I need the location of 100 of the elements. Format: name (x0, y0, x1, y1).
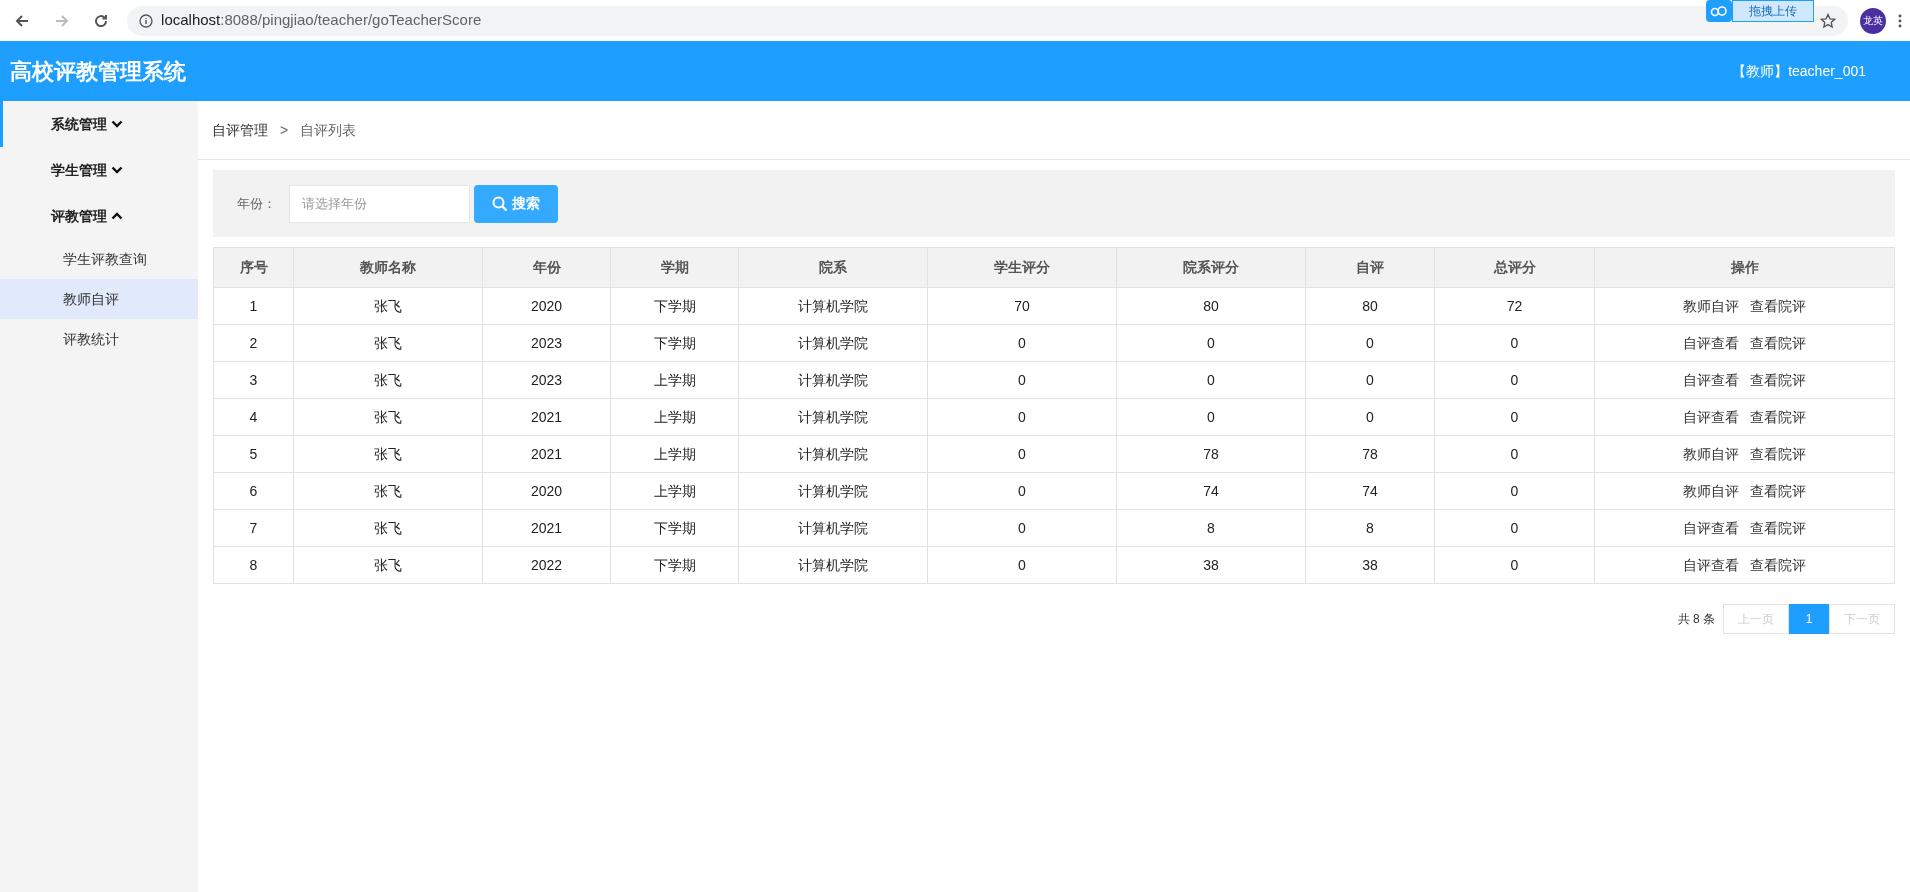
table-cell: 上学期 (610, 435, 739, 473)
action-link[interactable]: 教师自评 (1683, 482, 1739, 499)
column-header: 操作 (1594, 247, 1895, 288)
table-cell: 38 (1116, 546, 1306, 584)
sidebar-item[interactable]: 教师自评 (0, 279, 198, 319)
table-cell: 下学期 (610, 287, 739, 325)
table-cell: 计算机学院 (738, 435, 928, 473)
action-link[interactable]: 自评查看 (1683, 371, 1739, 388)
sidebar-group[interactable]: 学生管理 (0, 147, 198, 193)
table-cell: 78 (1116, 435, 1306, 473)
table-cell: 6 (213, 472, 294, 510)
table-cell: 计算机学院 (738, 287, 928, 325)
star-icon[interactable] (1820, 12, 1837, 29)
table-cell: 0 (927, 435, 1117, 473)
action-link[interactable]: 教师自评 (1683, 297, 1739, 314)
table-cell: 1 (213, 287, 294, 325)
table-cell: 0 (1434, 509, 1595, 547)
action-link[interactable]: 查看院评 (1750, 408, 1806, 425)
action-link[interactable]: 查看院评 (1750, 297, 1806, 314)
table-cell: 张飞 (293, 287, 483, 325)
forward-arrow-icon (53, 12, 70, 29)
table-cell: 0 (1116, 361, 1306, 399)
table-cell: 78 (1305, 435, 1435, 473)
action-link[interactable]: 自评查看 (1683, 556, 1739, 573)
table-cell: 计算机学院 (738, 472, 928, 510)
caret-up-icon (111, 211, 123, 221)
table-cell: 0 (1434, 435, 1595, 473)
sidebar-item[interactable]: 学生评教查询 (0, 239, 198, 279)
caret-down-icon (111, 165, 123, 175)
year-label: 年份： (237, 194, 277, 213)
action-link[interactable]: 自评查看 (1683, 519, 1739, 536)
column-header: 总评分 (1434, 247, 1595, 288)
table-cell: 下学期 (610, 509, 739, 547)
table-cell: 0 (1305, 361, 1435, 399)
breadcrumb-link[interactable]: 自评管理 (212, 119, 268, 141)
column-header: 院系 (738, 247, 928, 288)
action-link[interactable]: 查看院评 (1750, 445, 1806, 462)
action-link[interactable]: 查看院评 (1750, 482, 1806, 499)
table-cell: 5 (213, 435, 294, 473)
table-cell: 计算机学院 (738, 546, 928, 584)
profile-avatar[interactable]: 龙英 (1860, 7, 1887, 34)
sidebar-group[interactable]: 系统管理 (0, 101, 198, 147)
sidebar-group[interactable]: 评教管理 (0, 193, 198, 239)
table-cell: 74 (1116, 472, 1306, 510)
upload-extension-button[interactable]: 拖拽上传 (1732, 0, 1814, 22)
table-cell: 张飞 (293, 398, 483, 436)
table-cell: 8 (213, 546, 294, 584)
back-arrow-icon (13, 12, 30, 29)
breadcrumb-separator: > (280, 120, 289, 140)
table-cell: 8 (1116, 509, 1306, 547)
table-cell: 2020 (482, 287, 611, 325)
action-link[interactable]: 自评查看 (1683, 408, 1739, 425)
action-link[interactable]: 查看院评 (1750, 519, 1806, 536)
table-cell: 80 (1305, 287, 1435, 325)
column-header: 序号 (213, 247, 294, 288)
column-header: 院系评分 (1116, 247, 1306, 288)
app-title: 高校评教管理系统 (10, 57, 186, 86)
table-cell: 0 (1116, 324, 1306, 362)
table-cell: 38 (1305, 546, 1435, 584)
action-link[interactable]: 查看院评 (1750, 334, 1806, 351)
table-cell: 计算机学院 (738, 361, 928, 399)
year-field[interactable]: 请选择年份 (289, 184, 470, 223)
reload-icon (93, 12, 110, 29)
table-cell: 2021 (482, 509, 611, 547)
table-cell: 计算机学院 (738, 509, 928, 547)
table-cell: 2023 (482, 361, 611, 399)
menu-icon[interactable] (1898, 13, 1902, 28)
table-cell: 7 (213, 509, 294, 547)
table-cell: 0 (927, 509, 1117, 547)
column-header: 年份 (482, 247, 611, 288)
table-cell: 2 (213, 324, 294, 362)
table-cell: 0 (927, 546, 1117, 584)
table-cell: 2021 (482, 435, 611, 473)
sidebar-item[interactable]: 评教统计 (0, 319, 198, 359)
caret-down-icon (111, 119, 123, 129)
table-cell: 70 (927, 287, 1117, 325)
table-cell: 80 (1116, 287, 1306, 325)
table-cell: 0 (1434, 324, 1595, 362)
table-cell: 张飞 (293, 361, 483, 399)
table-cell: 0 (1434, 361, 1595, 399)
info-icon (139, 13, 154, 28)
table-cell: 0 (1434, 546, 1595, 584)
table-cell: 2022 (482, 546, 611, 584)
table-cell: 3 (213, 361, 294, 399)
table-cell: 张飞 (293, 509, 483, 547)
table-cell: 0 (1116, 398, 1306, 436)
breadcrumb-current: 自评列表 (300, 120, 357, 140)
search-icon (492, 195, 508, 212)
action-link[interactable]: 查看院评 (1750, 371, 1806, 388)
action-link[interactable]: 教师自评 (1683, 445, 1739, 462)
action-link[interactable]: 自评查看 (1683, 334, 1739, 351)
table-cell: 4 (213, 398, 294, 436)
column-header: 学生评分 (927, 247, 1117, 288)
table-cell: 2023 (482, 324, 611, 362)
table-cell: 0 (927, 472, 1117, 510)
table-cell: 张飞 (293, 546, 483, 584)
action-link[interactable]: 查看院评 (1750, 556, 1806, 573)
table-cell: 上学期 (610, 472, 739, 510)
total-count: 共 8 条 (1677, 611, 1715, 628)
table-cell: 0 (1305, 398, 1435, 436)
